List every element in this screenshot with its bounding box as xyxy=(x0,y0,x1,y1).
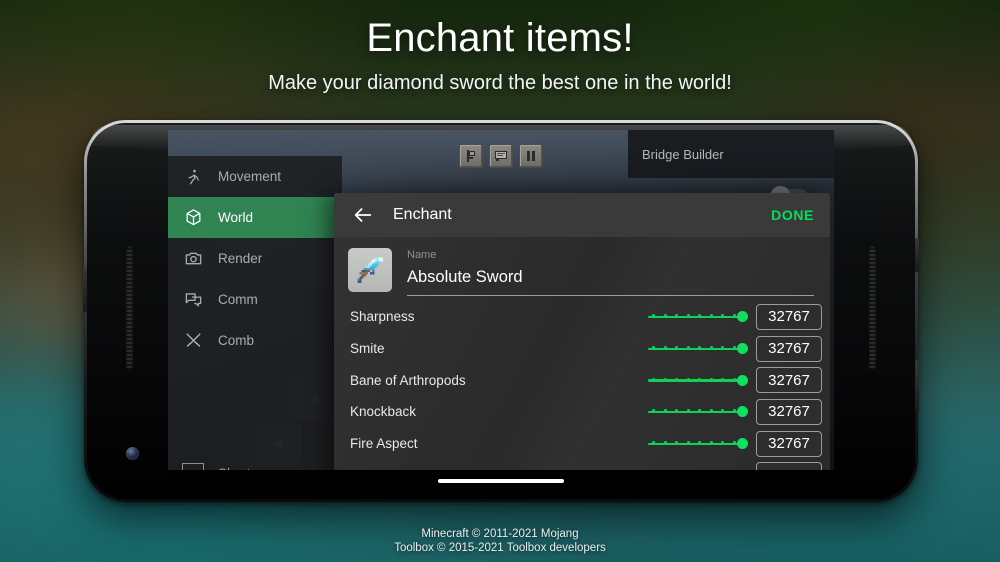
bridge-builder-row[interactable]: Bridge Builder xyxy=(628,130,834,178)
back-arrow-icon[interactable] xyxy=(350,202,376,228)
phone-screen: Movement World Render Comm Comb Bridge B… xyxy=(168,130,834,492)
slider-tick xyxy=(675,377,678,381)
slider-tick xyxy=(686,377,690,381)
slider-tick xyxy=(698,377,701,381)
slider-tick xyxy=(732,441,736,445)
slider-thumb[interactable] xyxy=(737,311,748,323)
enchantment-slider[interactable] xyxy=(648,405,748,419)
enchant-dialog-title: Enchant xyxy=(393,206,452,223)
slider-track xyxy=(648,347,740,351)
item-name-row: Name Absolute Sword xyxy=(334,237,830,296)
sidebar-item-render[interactable]: Render xyxy=(168,238,342,279)
enchant-dialog: Enchant DONE Name Absolute Sword Sharpne… xyxy=(334,193,830,492)
cube-icon xyxy=(182,207,204,229)
enchantment-name: Sharpness xyxy=(350,309,415,325)
enchantment-value-input[interactable]: 32767 xyxy=(756,430,822,457)
sidebar-item-label: Comb xyxy=(218,333,255,348)
promo-screenshot: Enchant items! Make your diamond sword t… xyxy=(0,0,1000,562)
enchantment-name: Knockback xyxy=(350,404,417,420)
build-flag-icon[interactable] xyxy=(459,144,483,168)
slider-tick xyxy=(663,346,667,350)
chat-bubble-icon xyxy=(182,289,204,311)
sidebar-item-movement[interactable]: Movement xyxy=(168,156,342,197)
slider-thumb[interactable] xyxy=(737,343,748,355)
sidebar-item-commands[interactable]: Comm xyxy=(168,279,342,320)
slider-tick xyxy=(732,346,736,350)
enchantment-list: Sharpness 32767 Smite 32767 Bane of Arthropo… xyxy=(334,301,830,492)
slider-tick xyxy=(663,377,667,381)
slider-thumb[interactable] xyxy=(737,406,748,418)
sidebar-item-label: Movement xyxy=(218,169,282,184)
enchantment-slider[interactable] xyxy=(648,373,748,387)
toolbox-sidebar: Movement World Render Comm Comb xyxy=(168,156,342,492)
enchantment-slider[interactable] xyxy=(648,437,748,451)
promo-subtitle: Make your diamond sword the best one in … xyxy=(268,72,732,94)
slider-tick xyxy=(709,441,713,445)
phone-side-button-assistant[interactable] xyxy=(83,268,87,312)
enchantment-slider[interactable] xyxy=(648,342,748,356)
home-indicator[interactable] xyxy=(438,479,564,483)
diamond-sword-icon[interactable] xyxy=(348,248,392,292)
bridge-builder-label: Bridge Builder xyxy=(642,146,724,162)
slider-track xyxy=(648,379,740,382)
phone-speaker-grille-left xyxy=(126,246,133,370)
copyright-line-2: Toolbox © 2015-2021 Toolbox developers xyxy=(394,542,606,554)
slider-track xyxy=(648,442,740,446)
enchantment-name: Bane of Arthropods xyxy=(350,372,466,388)
crossed-swords-icon xyxy=(182,330,204,352)
game-hud-buttons xyxy=(459,144,543,168)
pause-icon[interactable] xyxy=(519,144,543,168)
enchantment-row: Fire Aspect 32767 xyxy=(334,428,830,460)
enchantment-row: Sharpness 32767 xyxy=(334,301,830,333)
done-button[interactable]: DONE xyxy=(771,207,814,223)
slider-tick xyxy=(732,377,736,381)
enchantment-value-input[interactable]: 32767 xyxy=(756,367,822,394)
enchantment-value-input[interactable]: 32767 xyxy=(756,398,822,425)
enchantment-value-input[interactable]: 32767 xyxy=(756,303,822,330)
sidebar-item-label: Render xyxy=(218,251,263,266)
slider-tick xyxy=(709,377,713,381)
enchantment-name: Fire Aspect xyxy=(350,436,418,452)
sidebar-item-combat[interactable]: Comb xyxy=(168,320,342,361)
slider-tick xyxy=(686,346,690,350)
enchantment-row: Knockback 32767 xyxy=(334,396,830,428)
item-name-input[interactable]: Absolute Sword xyxy=(407,261,814,295)
sidebar-item-label: Comm xyxy=(218,292,258,307)
promo-text-block: Enchant items! Make your diamond sword t… xyxy=(0,16,1000,95)
slider-tick xyxy=(663,441,667,445)
item-name-field[interactable]: Name Absolute Sword xyxy=(407,249,814,296)
phone-front-camera xyxy=(126,447,139,460)
promo-title: Enchant items! xyxy=(366,16,634,60)
chat-icon[interactable] xyxy=(489,144,513,168)
item-name-label: Name xyxy=(407,249,437,261)
enchantment-value-input[interactable]: 32767 xyxy=(756,335,822,362)
enchantment-row: Bane of Arthropods 32767 xyxy=(334,364,830,396)
slider-thumb[interactable] xyxy=(737,438,748,450)
enchantment-row: Smite 32767 xyxy=(334,333,830,365)
slider-tick xyxy=(721,377,724,381)
camera-icon xyxy=(182,248,204,270)
phone-speaker-grille-right xyxy=(869,246,876,370)
android-navigation-bar xyxy=(168,470,834,492)
slider-thumb[interactable] xyxy=(737,374,748,386)
enchant-dialog-header: Enchant DONE xyxy=(334,193,830,237)
sidebar-item-label: World xyxy=(218,210,254,225)
phone-mockup: Movement World Render Comm Comb Bridge B… xyxy=(83,120,919,502)
slider-tick xyxy=(652,377,655,381)
copyright-line-1: Minecraft © 2011-2021 Mojang xyxy=(421,528,579,540)
copyright-footer: Minecraft © 2011-2021 Mojang Toolbox © 2… xyxy=(0,527,1000,555)
slider-tick xyxy=(686,441,690,445)
phone-side-button-power[interactable] xyxy=(915,238,919,272)
item-name-underline xyxy=(407,295,814,296)
enchantment-slider[interactable] xyxy=(648,310,748,324)
slider-track xyxy=(648,410,740,414)
enchantment-name: Smite xyxy=(350,341,385,357)
slider-track xyxy=(648,315,740,319)
running-person-icon xyxy=(182,166,204,188)
phone-side-button-volume[interactable] xyxy=(915,360,919,412)
slider-tick xyxy=(709,346,713,350)
sidebar-item-world[interactable]: World xyxy=(168,197,342,238)
